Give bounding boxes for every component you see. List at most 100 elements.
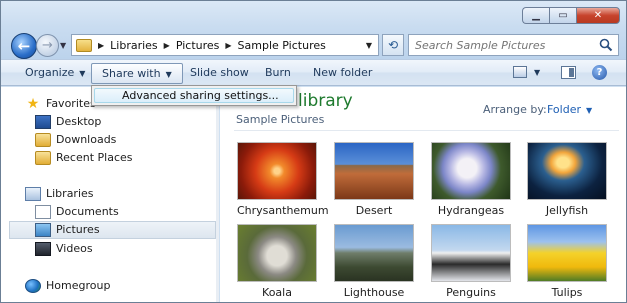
nav-favorites[interactable]: ★ Favorites [25,95,96,113]
thumbnail-image[interactable] [237,224,317,282]
slide-show-label: Slide show [190,66,249,79]
chevron-right-icon[interactable]: ▶ [225,41,231,50]
arrange-by-dropdown[interactable]: Folder ▼ [547,103,592,116]
back-button[interactable]: ← [11,33,37,59]
thumbnail-item[interactable]: Chrysanthemum [237,142,329,217]
thumbnail-item[interactable]: Koala [237,224,317,299]
caption-buttons: ▁ ▭ ✕ [522,7,620,24]
address-dropdown-icon[interactable]: ▼ [366,41,372,50]
recent-places-icon [35,151,51,165]
forward-arrow-icon: → [42,38,53,53]
thumbnail-image[interactable] [431,142,511,200]
maximize-button[interactable]: ▭ [549,7,576,24]
caret-down-icon: ▼ [79,69,86,78]
help-icon[interactable]: ? [592,65,607,80]
libraries-icon [25,187,41,201]
caret-down-icon: ▼ [165,70,172,79]
desktop-icon [35,115,51,129]
thumbnail-item[interactable]: Penguins [431,224,511,299]
recent-pages-dropdown[interactable]: ▼ [60,41,66,50]
share-with-label: Share with [102,67,161,80]
new-folder-label: New folder [313,66,373,79]
new-folder-button[interactable]: New folder [303,63,382,84]
nav-downloads-label: Downloads [56,133,117,146]
thumbnail-caption: Tulips [551,286,583,299]
organize-label: Organize [25,66,75,79]
nav-pictures[interactable]: Pictures [9,221,216,239]
title-bar: ▁ ▭ ✕ ← → ▼ ▶ Libraries ▶ Pictures ▶ Sam… [1,1,626,59]
refresh-icon: ⟲ [387,38,399,52]
arrange-by-label: Arrange by: [483,103,547,116]
pictures-icon [35,223,51,237]
search-icon[interactable] [599,38,613,52]
refresh-button[interactable]: ⟲ [382,34,404,56]
nav-recent-places[interactable]: Recent Places [35,149,133,167]
breadcrumb-sample-pictures[interactable]: Sample Pictures [238,39,326,52]
thumbnail-image[interactable] [527,224,607,282]
thumbnail-item[interactable]: Tulips [527,224,607,299]
forward-button[interactable]: → [36,34,59,57]
minimize-button[interactable]: ▁ [522,7,549,24]
thumbnail-item[interactable]: Desert [334,142,414,217]
nav-favorites-label: Favorites [46,97,96,110]
back-arrow-icon: ← [17,37,31,55]
nav-libraries[interactable]: Libraries [25,185,94,203]
nav-scrollbar[interactable] [216,87,219,302]
thumbnail-item[interactable]: Jellyfish [527,142,607,217]
slide-show-button[interactable]: Slide show [180,63,259,84]
nav-desktop[interactable]: Desktop [35,113,101,131]
chevron-right-icon[interactable]: ▶ [164,41,170,50]
star-icon: ★ [26,96,40,112]
downloads-folder-icon [35,133,51,147]
burn-label: Burn [265,66,291,79]
preview-pane-icon[interactable] [561,66,576,79]
thumbnail-caption: Koala [262,286,292,299]
chevron-right-icon[interactable]: ▶ [98,41,104,50]
thumbnail-image[interactable] [334,224,414,282]
nav-libraries-label: Libraries [46,187,94,200]
command-bar: Organize ▼ Share with ▼ Slide show Burn Ne… [1,59,626,86]
folder-icon [76,38,92,52]
caret-down-icon: ▼ [586,106,593,115]
thumbnail-image[interactable] [237,142,317,200]
nav-videos-label: Videos [56,242,93,255]
nav-documents[interactable]: Documents [35,203,119,221]
change-view-icon[interactable] [513,66,527,78]
menu-item-advanced-sharing[interactable]: Advanced sharing settings... [94,88,294,103]
breadcrumb-pictures[interactable]: Pictures [176,39,220,52]
library-subtitle: Sample Pictures [236,113,325,126]
explorer-window: ▁ ▭ ✕ ← → ▼ ▶ Libraries ▶ Pictures ▶ Sam… [0,0,627,303]
nav-homegroup[interactable]: Homegroup [25,277,110,295]
arrange-by-value: Folder [547,103,581,116]
thumbnail-image[interactable] [431,224,511,282]
thumbnail-caption: Hydrangeas [437,204,505,217]
thumbnail-image[interactable] [334,142,414,200]
nav-videos[interactable]: Videos [35,240,93,258]
thumbnail-caption: Jellyfish [545,204,589,217]
nav-downloads[interactable]: Downloads [35,131,116,149]
search-input[interactable] [409,38,594,52]
thumbnail-caption: Lighthouse [343,286,405,299]
nav-documents-label: Documents [56,205,119,218]
views-dropdown-icon[interactable]: ▼ [534,68,540,77]
videos-icon [35,242,51,256]
thumbnail-item[interactable]: Lighthouse [334,224,414,299]
thumbnail-caption: Desert [355,204,393,217]
header-divider [234,130,619,131]
share-with-button[interactable]: Share with ▼ [91,63,183,84]
close-button[interactable]: ✕ [576,7,620,24]
burn-button[interactable]: Burn [255,63,301,84]
nav-recent-places-label: Recent Places [56,151,133,164]
search-box[interactable] [408,34,619,56]
nav-desktop-label: Desktop [56,115,102,128]
organize-button[interactable]: Organize ▼ [15,63,95,84]
address-bar[interactable]: ▶ Libraries ▶ Pictures ▶ Sample Pictures… [71,34,379,56]
navigation-pane: ★ Favorites Desktop Downloads Recent Pla… [1,87,219,302]
breadcrumb-libraries[interactable]: Libraries [110,39,158,52]
nav-pictures-label: Pictures [56,223,100,236]
thumbnail-item[interactable]: Hydrangeas [431,142,511,217]
thumbnail-image[interactable] [527,142,607,200]
nav-homegroup-label: Homegroup [46,279,111,292]
documents-icon [35,205,51,219]
file-list-pane: library Sample Pictures Arrange by: Fold… [220,87,626,302]
